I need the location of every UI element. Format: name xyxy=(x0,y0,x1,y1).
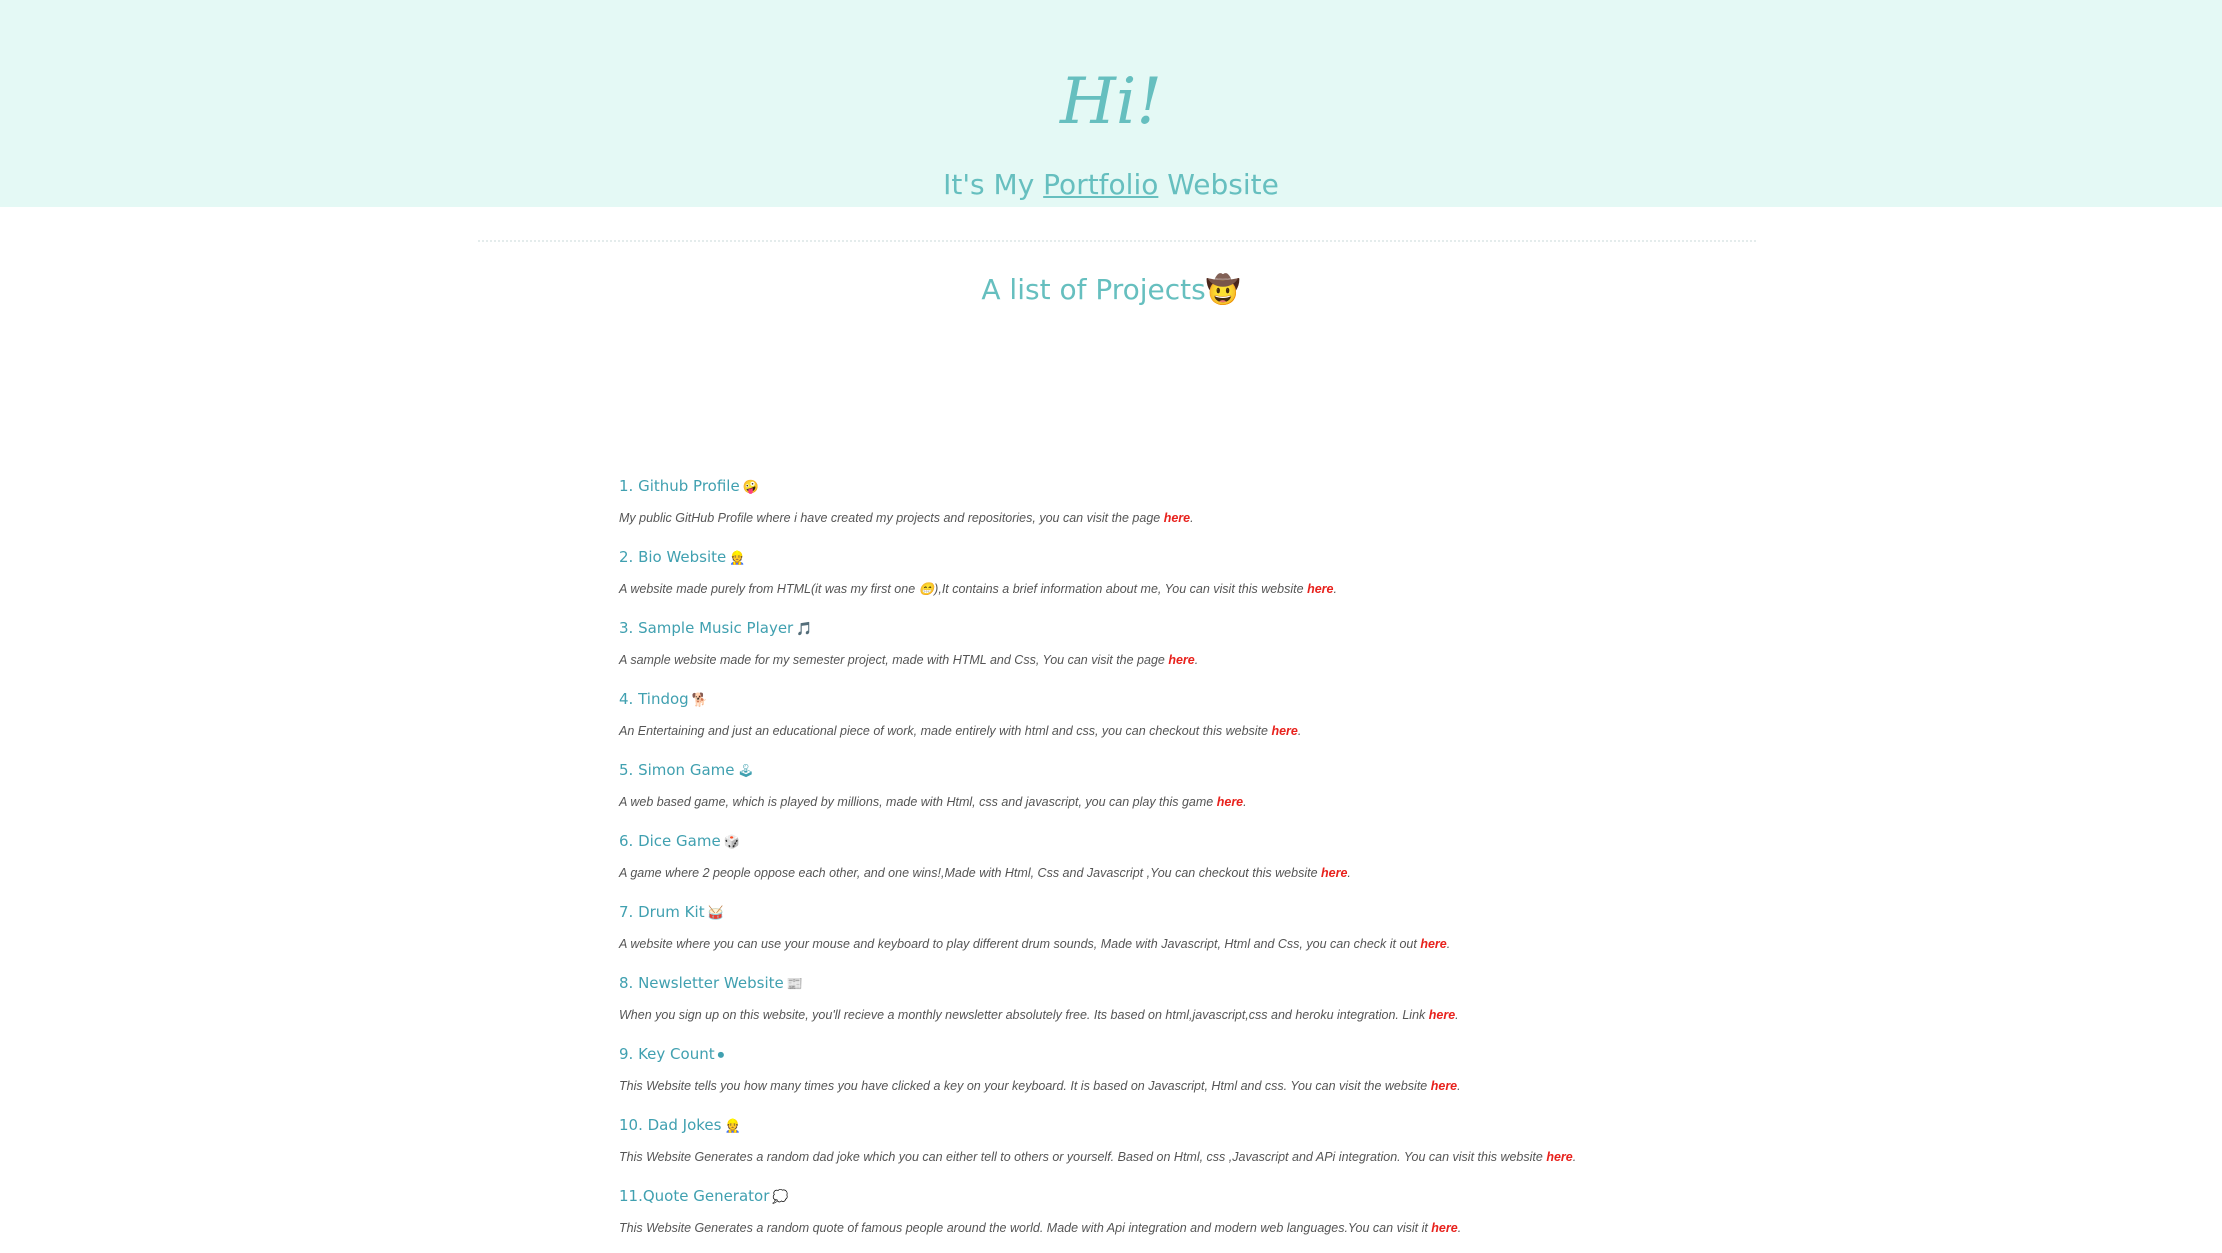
project-description: A website made purely from HTML(it was m… xyxy=(619,579,1819,599)
project-description: My public GitHub Profile where i have cr… xyxy=(619,508,1819,528)
project-here-link[interactable]: here xyxy=(1168,653,1194,667)
hero-subtitle-before: It's My xyxy=(943,168,1044,201)
project-description-text: My public GitHub Profile where i have cr… xyxy=(619,511,1164,525)
project-description-text: An Entertaining and just an educational … xyxy=(619,724,1272,738)
project-description: This Website tells you how many times yo… xyxy=(619,1076,1819,1096)
zany-face-icon: 🤪 xyxy=(742,480,759,495)
project-description-text: This Website Generates a random dad joke… xyxy=(619,1150,1547,1164)
project-here-link[interactable]: here xyxy=(1307,582,1333,596)
newspaper-icon: 📰 xyxy=(786,977,803,992)
project-description-text: This Website Generates a random quote of… xyxy=(619,1221,1432,1235)
construction-worker-icon: 👷 xyxy=(729,551,746,566)
project-title: 10. Dad Jokes 👷 xyxy=(619,1111,1819,1139)
project-description-end: . xyxy=(1347,866,1351,880)
project-here-link[interactable]: here xyxy=(1217,795,1243,809)
project-description: A website where you can use your mouse a… xyxy=(619,934,1819,954)
project-title-text: 7. Drum Kit xyxy=(619,903,705,921)
project-list: 1. Github Profile 🤪 My public GitHub Profi… xyxy=(619,472,1819,1253)
project-item: 4. Tindog 🐕 An Entertaining and just an ed… xyxy=(619,685,1819,756)
project-here-link[interactable]: here xyxy=(1546,1150,1572,1164)
project-title: 7. Drum Kit 🥁 xyxy=(619,898,1819,926)
project-description-text: A sample website made for my semester pr… xyxy=(619,653,1169,667)
project-title-text: 6. Dice Game xyxy=(619,832,721,850)
project-description-text: A website made purely from HTML(it was m… xyxy=(619,582,1308,596)
thought-bubble-icon: 💭 xyxy=(772,1190,789,1205)
project-description-text: When you sign up on this website, you'll… xyxy=(619,1008,1429,1022)
project-here-link[interactable]: here xyxy=(1321,866,1347,880)
project-here-link[interactable]: here xyxy=(1271,724,1297,738)
project-title-text: 5. Simon Game xyxy=(619,761,735,779)
project-title: 8. Newsletter Website 📰 xyxy=(619,969,1819,997)
hero-title: Hi! xyxy=(1060,65,1162,139)
dice-icon: 🎲 xyxy=(723,835,740,850)
project-description-end: . xyxy=(1457,1079,1461,1093)
project-description-end: . xyxy=(1457,1221,1462,1235)
hero-subtitle: It's My Portfolio Website xyxy=(0,165,2222,205)
project-description-text: This Website tells you how many times yo… xyxy=(619,1079,1431,1093)
project-description-end: . xyxy=(1572,1150,1577,1164)
project-description-text: A website where you can use your mouse a… xyxy=(619,937,1421,951)
project-item: 8. Newsletter Website 📰 When you sign up o… xyxy=(619,969,1819,1040)
project-here-link[interactable]: here xyxy=(1431,1079,1457,1093)
project-description: This Website Generates a random quote of… xyxy=(619,1218,1819,1238)
project-title-text: 4. Tindog xyxy=(619,690,689,708)
project-description-end: . xyxy=(1455,1008,1459,1022)
cowboy-face-icon: 🤠 xyxy=(1205,273,1241,306)
project-title: 5. Simon Game 🕹 xyxy=(619,756,1819,784)
project-description: When you sign up on this website, you'll… xyxy=(619,1005,1819,1025)
project-description: A web based game, which is played by mil… xyxy=(619,792,1819,812)
hero-header: Hi! It's My Portfolio Website xyxy=(0,0,2222,207)
project-title: 4. Tindog 🐕 xyxy=(619,685,1819,713)
project-here-link[interactable]: here xyxy=(1431,1221,1457,1235)
project-title: 1. Github Profile 🤪 xyxy=(619,472,1819,500)
project-title-text: 9. Key Count xyxy=(619,1045,715,1063)
project-title: 6. Dice Game 🎲 xyxy=(619,827,1819,855)
key-button-icon: ⏺ xyxy=(717,1048,725,1063)
music-note-icon: 🎵 xyxy=(796,622,813,637)
project-description-end: . xyxy=(1190,511,1194,525)
project-title-text: 10. Dad Jokes xyxy=(619,1116,722,1134)
projects-section-title: A list of Projects🤠 xyxy=(0,270,2222,310)
hero-subtitle-after: Website xyxy=(1158,168,1279,201)
project-title: 3. Sample Music Player 🎵 xyxy=(619,614,1819,642)
project-description-end: . xyxy=(1446,937,1451,951)
project-item: 10. Dad Jokes 👷 This Website Generates a r… xyxy=(619,1111,1819,1182)
project-item: 5. Simon Game 🕹 A web based game, which is… xyxy=(619,756,1819,827)
project-title-text: 1. Github Profile xyxy=(619,477,740,495)
project-title-text: 11.Quote Generator xyxy=(619,1187,770,1205)
drum-icon: 🥁 xyxy=(707,906,724,921)
project-description: This Website Generates a random dad joke… xyxy=(619,1147,1819,1167)
project-description-end: . xyxy=(1297,724,1302,738)
construction-worker-icon: 👷 xyxy=(724,1119,741,1134)
project-title: 2. Bio Website 👷 xyxy=(619,543,1819,571)
project-description-end: . xyxy=(1194,653,1199,667)
project-description-end: . xyxy=(1333,582,1337,596)
project-here-link[interactable]: here xyxy=(1164,511,1190,525)
project-item: 11.Quote Generator 💭 This Website Generate… xyxy=(619,1182,1819,1253)
project-title-text: 8. Newsletter Website xyxy=(619,974,784,992)
project-description: An Entertaining and just an educational … xyxy=(619,721,1819,741)
project-here-link[interactable]: here xyxy=(1429,1008,1455,1022)
portfolio-link[interactable]: Portfolio xyxy=(1043,168,1158,201)
project-item: 1. Github Profile 🤪 My public GitHub Profi… xyxy=(619,472,1819,543)
project-item: 6. Dice Game 🎲 A game where 2 people oppos… xyxy=(619,827,1819,898)
project-description-text: A web based game, which is played by mil… xyxy=(619,795,1217,809)
project-title-text: 2. Bio Website xyxy=(619,548,727,566)
dog-icon: 🐕 xyxy=(691,693,708,708)
project-title: 11.Quote Generator 💭 xyxy=(619,1182,1819,1210)
project-description-text: A game where 2 people oppose each other,… xyxy=(619,866,1322,880)
project-here-link[interactable]: here xyxy=(1420,937,1446,951)
project-description: A game where 2 people oppose each other,… xyxy=(619,863,1819,883)
project-description-end: . xyxy=(1243,795,1247,809)
project-item: 3. Sample Music Player 🎵 A sample website … xyxy=(619,614,1819,685)
section-divider xyxy=(478,240,1756,242)
joystick-icon: 🕹 xyxy=(737,764,755,779)
project-item: 7. Drum Kit 🥁 A website where you can use … xyxy=(619,898,1819,969)
project-item: 2. Bio Website 👷 A website made purely fro… xyxy=(619,543,1819,614)
project-title: 9. Key Count ⏺ xyxy=(619,1040,1819,1068)
project-title-text: 3. Sample Music Player xyxy=(619,619,794,637)
projects-title-text: A list of Projects xyxy=(981,273,1206,306)
project-description: A sample website made for my semester pr… xyxy=(619,650,1819,670)
project-item: 9. Key Count ⏺ This Website tells you how … xyxy=(619,1040,1819,1111)
